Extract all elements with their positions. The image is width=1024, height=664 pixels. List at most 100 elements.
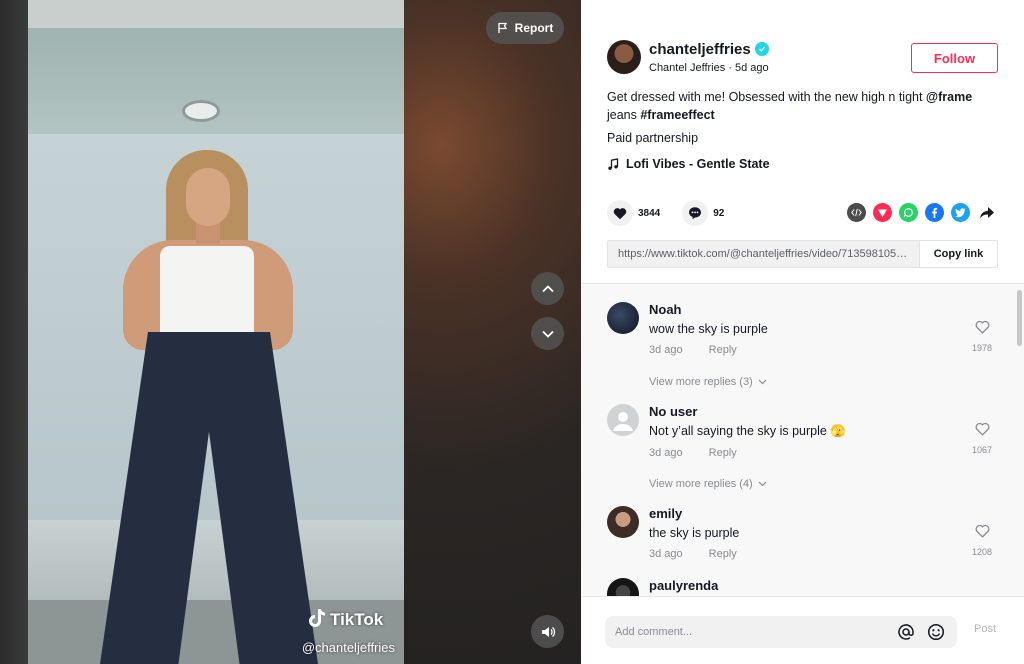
comment-body: No user Not y’all saying the sky is purp… [649,404,949,459]
comment-like-count: 1208 [971,547,993,557]
video-player[interactable]: TikTok @chanteljeffries [28,0,404,664]
add-comment-box[interactable] [605,616,957,648]
share-link-box: https://www.tiktok.com/@chanteljeffries/… [607,240,998,268]
comments-list[interactable]: Noah wow the sky is purple 3d ago Reply … [581,283,1024,596]
watermark-brand: TikTok [330,610,384,629]
heart-outline-icon [975,320,989,334]
comment-composer: Post [581,596,1024,664]
comment-count: 92 [713,207,725,219]
add-comment-input[interactable] [615,626,887,638]
view-more-replies[interactable]: View more replies (4) [649,478,767,490]
comment-like-button[interactable]: 1067 [967,422,997,455]
comment-avatar[interactable] [607,302,639,334]
engagement-stats: 3844 92 [607,200,724,226]
comment-username[interactable]: emily [649,506,949,521]
tiktok-watermark: TikTok [308,608,383,630]
comment-text: wow the sky is purple [649,322,768,336]
comment-body: paulyrenda [649,578,949,593]
comment-like-button[interactable]: 1978 [967,320,997,353]
tiktok-logo-icon [309,609,325,627]
author-header: chanteljeffries Chantel Jeffries · 5d ag… [607,40,769,74]
flag-icon [498,22,507,33]
at-sign-icon [898,624,914,640]
verified-badge-icon [754,42,769,56]
comment-button[interactable] [682,200,709,226]
comment-text: the sky is purple [649,526,740,540]
default-user-icon [613,412,633,431]
previous-video-button[interactable] [531,272,564,305]
comment-body: emily the sky is purple 3d ago Reply [649,506,949,560]
music-link[interactable]: Lofi Vibes - Gentle State [607,157,770,171]
author-username[interactable]: chanteljeffries [649,41,751,58]
author-username-row: chanteljeffries [649,41,769,58]
video-blur-background [0,0,28,664]
report-button[interactable]: Report [486,12,564,44]
author-info: chanteljeffries Chantel Jeffries · 5d ag… [649,41,769,74]
mention-button[interactable] [895,621,917,643]
post-date: 5d ago [735,61,769,74]
video-caption: Get dressed with me! Obsessed with the n… [607,88,997,124]
copy-link-button[interactable]: Copy link [919,241,997,267]
view-more-replies[interactable]: View more replies (3) [649,376,767,388]
volume-button[interactable] [531,615,564,648]
video-scene-light [182,100,220,122]
comment-meta: 3d ago Reply [649,548,949,560]
comment-avatar[interactable] [607,506,639,538]
comment-avatar[interactable] [607,404,639,436]
comment-bubble-icon [689,207,702,220]
view-more-label: View more replies (4) [649,478,753,490]
music-title: Lofi Vibes - Gentle State [626,157,770,171]
comment-avatar[interactable] [607,578,639,596]
share-arrow-icon[interactable] [977,203,996,222]
smiley-icon [927,623,945,641]
caption-hashtag-link[interactable]: #frameeffect [640,108,714,122]
chevron-down-icon [758,379,767,385]
post-comment-button[interactable]: Post [974,623,996,635]
video-person-face [186,168,230,226]
video-scene-ceiling [28,0,404,28]
video-pane[interactable]: TikTok @chanteljeffries Report [0,0,581,664]
share-link-url[interactable]: https://www.tiktok.com/@chanteljeffries/… [608,241,919,267]
comment-username[interactable]: No user [649,404,949,419]
share-buttons [847,203,996,222]
follow-button[interactable]: Follow [911,43,998,73]
facebook-icon[interactable] [925,203,944,222]
comment-like-button[interactable]: 1208 [967,524,997,557]
heart-outline-icon [975,422,989,436]
caption-text-start: Get dressed with me! Obsessed with the n… [607,90,926,104]
comments-scrollbar[interactable] [1017,290,1022,346]
comment-time: 3d ago [649,344,683,356]
comment-like-count: 1067 [971,445,993,455]
comment-body: Noah wow the sky is purple 3d ago Reply [649,302,949,356]
chevron-up-icon [541,284,554,292]
twitter-icon[interactable] [951,203,970,222]
next-video-button[interactable] [531,317,564,350]
caption-mention-link[interactable]: @frame [926,90,972,104]
like-count: 3844 [638,207,661,219]
comment-like-count: 1978 [971,343,993,353]
emoji-button[interactable] [925,621,947,643]
view-more-label: View more replies (3) [649,376,753,388]
telegram-send-icon[interactable] [873,203,892,222]
author-subline: Chantel Jeffries · 5d ago [649,61,769,74]
reply-button[interactable]: Reply [709,344,737,356]
embed-icon[interactable] [847,203,866,222]
tiktok-video-page: TikTok @chanteljeffries Report chantelje… [0,0,1024,664]
details-pane: chanteljeffries Chantel Jeffries · 5d ag… [581,0,1024,664]
like-button[interactable] [607,200,633,226]
speaker-icon [541,626,555,637]
heart-icon [613,207,627,219]
report-label: Report [514,21,554,35]
comment-username[interactable]: paulyrenda [649,578,949,593]
comment-username[interactable]: Noah [649,302,949,317]
comment-time: 3d ago [649,447,683,459]
chevron-down-icon [541,330,554,338]
paid-partnership-label: Paid partnership [607,131,699,145]
reply-button[interactable]: Reply [709,447,737,459]
whatsapp-icon[interactable] [899,203,918,222]
comment-text: Not y’all saying the sky is purple 🫣 [649,424,846,438]
caption-text-middle: jeans [607,108,641,122]
reply-button[interactable]: Reply [709,548,737,560]
author-avatar[interactable] [607,40,641,74]
music-note-icon [608,157,619,170]
